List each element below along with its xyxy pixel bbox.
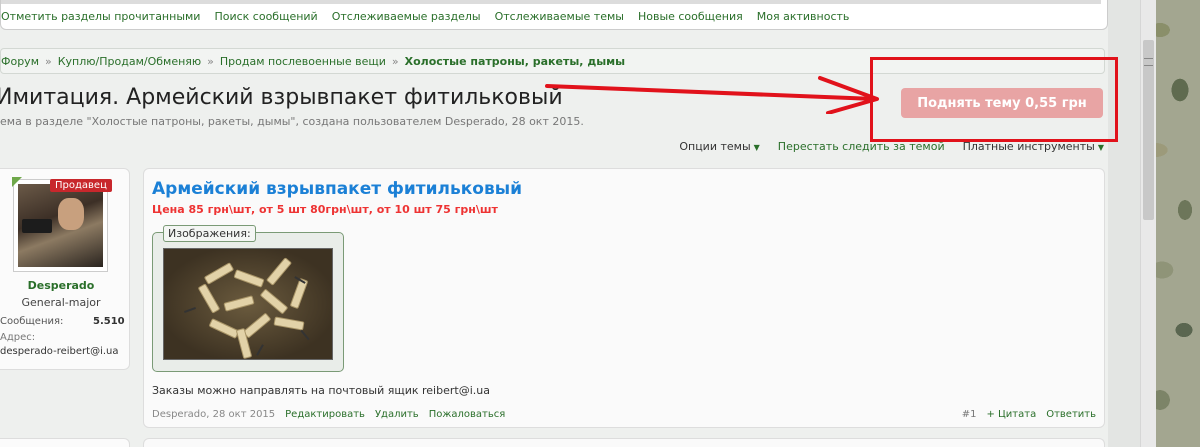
address-label: Адрес:: [0, 332, 36, 343]
paid-tools-label: Платные инструменты: [962, 140, 1095, 153]
reply-button[interactable]: Ответить: [1046, 409, 1096, 420]
breadcrumb-current[interactable]: Холостые патроны, ракеты, дымы: [405, 55, 626, 68]
messages-count[interactable]: 5.510: [93, 316, 125, 327]
next-post-author-panel: [0, 438, 130, 447]
messages-label: Сообщения:: [0, 316, 64, 327]
username[interactable]: Desperado: [0, 279, 122, 292]
next-post-message: [143, 438, 1105, 447]
breadcrumb-postwar-items[interactable]: Продам послевоенные вещи: [220, 55, 386, 68]
avatar-face-shape: [58, 198, 84, 230]
post-controls: #1 + Цитата Ответить: [962, 409, 1096, 420]
report-link[interactable]: Пожаловаться: [429, 409, 506, 420]
nav-links: Отметить разделы прочитанными Поиск сооб…: [1, 10, 849, 23]
edit-link[interactable]: Редактировать: [285, 409, 365, 420]
user-rank: General-major: [21, 296, 101, 309]
breadcrumb-separator: »: [45, 54, 52, 68]
avatar-image: [18, 184, 103, 267]
thread-description: ема в разделе "Холостые патроны, ракеты,…: [0, 115, 584, 128]
post-author-panel: Продавец Desperado General-major Сообщен…: [0, 168, 130, 370]
post-message: Армейский взрывпакет фитильковый Цена 85…: [143, 168, 1105, 428]
bump-thread-button[interactable]: Поднять тему 0,55 грн: [901, 88, 1103, 118]
breadcrumb-separator: »: [391, 54, 399, 68]
post-title: Армейский взрывпакет фитильковый: [152, 179, 523, 199]
chevron-down-icon: ▼: [1097, 143, 1104, 152]
breadcrumb-forum[interactable]: Форум: [1, 55, 39, 68]
nav-link-new-posts[interactable]: Новые сообщения: [638, 10, 743, 23]
secondary-nav-bar: Отметить разделы прочитанными Поиск сооб…: [0, 0, 1108, 30]
breadcrumb-separator: »: [207, 54, 214, 68]
unwatch-thread-link[interactable]: Перестать следить за темой: [778, 140, 945, 153]
nav-link-watched-threads[interactable]: Отслеживаемые темы: [495, 10, 624, 23]
delete-link[interactable]: Удалить: [375, 409, 419, 420]
attachments-label: Изображения:: [163, 225, 256, 242]
post-price: Цена 85 грн\шт, от 5 шт 80грн\шт, от 10 …: [152, 203, 498, 216]
scrollbar[interactable]: [1140, 0, 1156, 447]
breadcrumb-marketplace[interactable]: Куплю/Продам/Обменяю: [58, 55, 201, 68]
attachments-block: Изображения:: [152, 225, 344, 372]
nav-link-my-activity[interactable]: Моя активность: [757, 10, 850, 23]
chevron-down-icon: ▼: [753, 143, 760, 152]
nav-link-mark-read[interactable]: Отметить разделы прочитанными: [1, 10, 200, 23]
thread-tools: Опции темы ▼ Перестать следить за темой П…: [679, 140, 1104, 153]
post-author: Desperado: [152, 409, 207, 420]
post-date: 28 окт 2015: [212, 409, 276, 420]
paid-tools-menu[interactable]: Платные инструменты ▼: [963, 140, 1104, 153]
post-author-link[interactable]: Desperado, 28 окт 2015: [152, 409, 275, 420]
scrollbar-thumb[interactable]: [1143, 40, 1154, 220]
thread-options-menu[interactable]: Опции темы ▼: [679, 140, 759, 153]
nav-link-search-posts[interactable]: Поиск сообщений: [214, 10, 317, 23]
annotation-arrow-icon: [545, 76, 879, 114]
avatar-gun-shape: [22, 219, 52, 233]
scrollbar-grip-icon: [1144, 58, 1153, 66]
quote-button[interactable]: + Цитата: [986, 409, 1036, 420]
nav-link-watched-forums[interactable]: Отслеживаемые разделы: [332, 10, 481, 23]
navbar-tab-strip: [1, 0, 1101, 4]
post-number[interactable]: #1: [962, 409, 977, 420]
address-value: desperado-reibert@i.ua: [0, 346, 119, 357]
thread-options-label: Опции темы: [679, 140, 751, 153]
post-body-text: Заказы можно направлять на почтовый ящик…: [152, 384, 490, 397]
online-indicator-icon: [12, 177, 22, 187]
page-title: Имитация. Армейский взрывпакет фитильков…: [0, 85, 563, 110]
attachment-thumbnail[interactable]: [163, 248, 333, 360]
seller-badge: Продавец: [50, 179, 112, 192]
post-meta: Desperado, 28 окт 2015 Редактировать Уда…: [152, 409, 505, 420]
avatar[interactable]: [13, 179, 108, 272]
